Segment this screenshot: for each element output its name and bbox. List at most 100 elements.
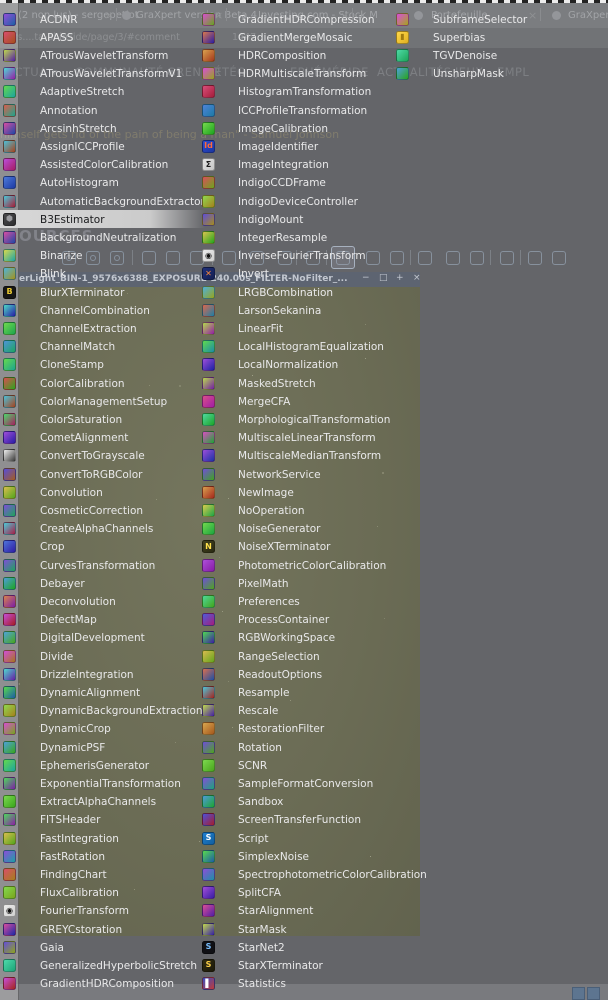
process-menu-item[interactable]: DynamicAlignment [0,683,205,701]
process-menu-item[interactable]: IntegerResample [198,228,390,246]
process-menu-item[interactable]: APASS [0,28,205,46]
process-menu-item[interactable]: LocalHistogramEqualization [198,338,390,356]
process-menu-item[interactable]: ExtractAlphaChannels [0,793,205,811]
process-menu-item[interactable]: TGVDenoise [392,46,588,64]
process-menu-item[interactable]: Rescale [198,702,390,720]
process-menu-item[interactable]: GradientHDRCompression [198,10,390,28]
process-menu-item[interactable]: AutoHistogram [0,174,205,192]
process-menu-item[interactable]: Annotation [0,101,205,119]
process-menu-item[interactable]: Deconvolution [0,592,205,610]
process-menu-item[interactable]: Divide [0,647,205,665]
process-menu-item[interactable]: NoOperation [198,501,390,519]
process-menu-item[interactable]: ConvertToGrayscale [0,447,205,465]
process-menu-item[interactable]: Σ ImageIntegration [198,156,390,174]
process-menu-item[interactable]: CreateAlphaChannels [0,520,205,538]
process-menu-item[interactable]: EphemerisGenerator [0,756,205,774]
process-menu-item[interactable]: GREYCstoration [0,920,205,938]
process-menu-item[interactable]: DynamicBackgroundExtraction [0,702,205,720]
process-menu-item[interactable]: ColorSaturation [0,410,205,428]
process-menu-item[interactable]: NewImage [198,483,390,501]
process-menu-item[interactable]: ColorManagementSetup [0,392,205,410]
process-menu-item[interactable]: Id ImageIdentifier [198,137,390,155]
process-menu-item[interactable]: Crop [0,538,205,556]
process-menu-item[interactable]: Sandbox [198,793,390,811]
process-menu-item[interactable]: LinearFit [198,319,390,337]
process-menu-item[interactable]: ExponentialTransformation [0,774,205,792]
process-menu-item[interactable]: IndigoMount [198,210,390,228]
process-menu-item[interactable]: S Script [198,829,390,847]
process-menu-item[interactable]: SampleFormatConversion [198,774,390,792]
process-menu-item[interactable]: ReadoutOptions [198,665,390,683]
process-menu-item[interactable]: ColorCalibration [0,374,205,392]
process-menu-item[interactable]: HDRComposition [198,46,390,64]
process-menu-item[interactable]: S StarNet2 [198,938,390,956]
process-menu-item[interactable]: FastIntegration [0,829,205,847]
process-menu-item[interactable]: N NoiseXTerminator [198,538,390,556]
process-menu-item[interactable]: MorphologicalTransformation [198,410,390,428]
process-menu-item[interactable]: SimplexNoise [198,847,390,865]
process-menu-item[interactable]: PixelMath [198,574,390,592]
process-menu-item[interactable]: AssistedColorCalibration [0,156,205,174]
process-menu-item[interactable]: Preferences [198,592,390,610]
process-menu-item[interactable]: CometAlignment [0,429,205,447]
process-menu-item[interactable]: RestorationFilter [198,720,390,738]
process-menu-item[interactable]: BackgroundNeutralization [0,228,205,246]
process-menu-item[interactable]: RGBWorkingSpace [198,629,390,647]
process-menu-item[interactable]: MultiscaleMedianTransform [198,447,390,465]
process-menu-item[interactable]: AssignICCProfile [0,137,205,155]
process-menu-item[interactable]: DynamicPSF [0,738,205,756]
process-menu-item[interactable]: GradientMergeMosaic [198,28,390,46]
process-menu-item[interactable]: ArcsinhStretch [0,119,205,137]
process-menu-item[interactable]: DrizzleIntegration [0,665,205,683]
process-menu-item[interactable]: ◉ FourierTransform [0,902,205,920]
process-menu-item[interactable]: ▮ Superbias [392,28,588,46]
process-menu-item[interactable]: ChannelExtraction [0,319,205,337]
process-menu-item[interactable]: RangeSelection [198,647,390,665]
process-menu-item[interactable]: NoiseGenerator [198,520,390,538]
process-menu-item[interactable]: PhotometricColorCalibration [198,556,390,574]
process-menu-item[interactable]: MergeCFA [198,392,390,410]
process-menu-item[interactable]: ChannelMatch [0,338,205,356]
process-menu-item[interactable]: AdaptiveStretch [0,83,205,101]
process-menu-item[interactable]: StarMask [198,920,390,938]
process-menu-item[interactable]: Blink [0,265,205,283]
process-menu-item[interactable]: ProcessContainer [198,611,390,629]
process-menu-item[interactable]: Gaia [0,938,205,956]
process-menu-item[interactable]: AutomaticBackgroundExtractor [0,192,205,210]
process-menu-item[interactable]: IndigoDeviceController [198,192,390,210]
process-menu-item[interactable]: LocalNormalization [198,356,390,374]
process-menu-item[interactable]: ✕ Invert [198,265,390,283]
process-menu-item[interactable]: ◉ InverseFourierTransform [198,247,390,265]
process-menu-item[interactable]: StarAlignment [198,902,390,920]
process-menu-item[interactable]: FindingChart [0,865,205,883]
process-menu-item[interactable]: S StarXTerminator [198,956,390,974]
process-menu-item[interactable]: FastRotation [0,847,205,865]
process-menu-item[interactable]: MultiscaleLinearTransform [198,429,390,447]
process-menu-item[interactable]: Rotation [198,738,390,756]
process-menu-item[interactable]: ▌ Statistics [198,975,390,993]
process-menu-item[interactable]: B BlurXTerminator [0,283,205,301]
process-menu-item[interactable]: CloneStamp [0,356,205,374]
process-menu-item[interactable]: ATrousWaveletTransformV1 [0,65,205,83]
process-menu-item[interactable]: Convolution [0,483,205,501]
process-menu-item[interactable]: ⬢ B3Estimator [0,210,205,229]
process-menu-item[interactable]: UnsharpMask [392,65,588,83]
process-menu-item[interactable]: FluxCalibration [0,884,205,902]
process-menu-item[interactable]: HistogramTransformation [198,83,390,101]
process-menu-item[interactable]: ATrousWaveletTransform [0,46,205,64]
process-menu-item[interactable]: ChannelCombination [0,301,205,319]
process-menu-item[interactable]: ConvertToRGBColor [0,465,205,483]
process-menu-item[interactable]: ScreenTransferFunction [198,811,390,829]
process-menu-item[interactable]: LarsonSekanina [198,301,390,319]
process-menu-item[interactable]: Binarize [0,247,205,265]
process-menu-item[interactable]: SCNR [198,756,390,774]
process-menu-item[interactable]: GradientHDRComposition [0,975,205,993]
process-menu-item[interactable]: SplitCFA [198,884,390,902]
process-menu-item[interactable]: FITSHeader [0,811,205,829]
process-menu-item[interactable]: SubframeSelector [392,10,588,28]
process-menu-item[interactable]: ImageCalibration [198,119,390,137]
process-menu-item[interactable]: Debayer [0,574,205,592]
process-menu-item[interactable]: ACDNR [0,10,205,28]
process-menu-item[interactable]: ICCProfileTransformation [198,101,390,119]
process-menu-item[interactable]: NetworkService [198,465,390,483]
